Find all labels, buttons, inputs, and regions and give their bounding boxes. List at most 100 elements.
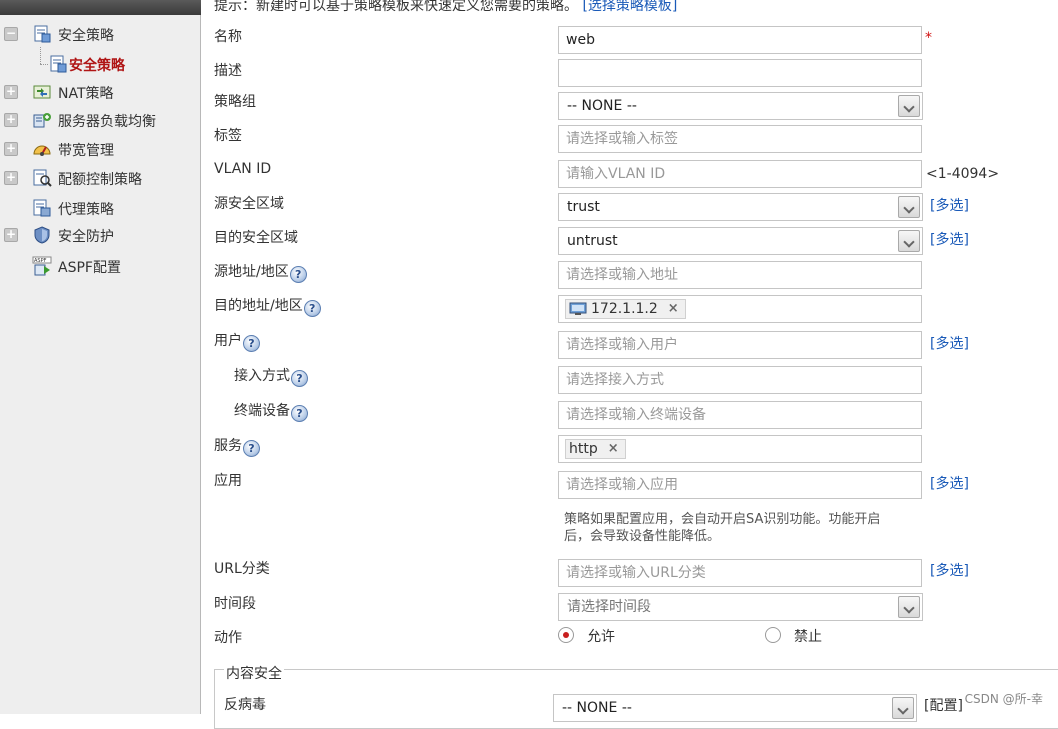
chevron-down-icon[interactable] — [898, 95, 920, 117]
expand-icon[interactable]: + — [4, 171, 18, 185]
policy-doc-icon — [50, 55, 67, 73]
name-input[interactable]: web — [558, 26, 922, 54]
description-input[interactable] — [558, 59, 922, 87]
source-address-label-text: 源地址/地区 — [214, 264, 289, 280]
help-icon[interactable]: ? — [291, 370, 308, 387]
chevron-down-icon[interactable] — [898, 596, 920, 618]
time-range-placeholder: 请选择时间段 — [567, 599, 651, 615]
tag-label: 标签 — [214, 128, 242, 144]
sidebar-item-aspf[interactable]: ASPF ASPF配置 — [0, 254, 200, 278]
remove-tag-icon[interactable]: × — [608, 440, 619, 458]
policy-doc-icon — [34, 25, 51, 43]
help-icon[interactable]: ? — [243, 335, 260, 352]
service-tag: http × — [565, 439, 626, 459]
expand-icon[interactable]: + — [4, 228, 18, 242]
sidebar-item-proxy-policy[interactable]: 代理策略 — [0, 196, 200, 220]
source-zone-multi-select-link[interactable]: [多选] — [930, 195, 969, 215]
sidebar-item-nat-policy[interactable]: + NAT策略 — [0, 80, 200, 104]
policy-group-label: 策略组 — [214, 94, 256, 110]
user-input[interactable]: 请选择或输入用户 — [558, 331, 922, 359]
user-multi-select-link[interactable]: [多选] — [930, 333, 969, 353]
sidebar-item-label: 安全策略 — [58, 28, 114, 44]
sidebar-item-label: 安全策略 — [69, 58, 125, 74]
help-icon[interactable]: ? — [289, 266, 307, 283]
sidebar-item-label: 安全防护 — [58, 229, 114, 245]
required-mark: * — [925, 30, 932, 46]
policy-form: 提示：新建时可以基于策略模板来快速定义您需要的策略。 [选择策略模板] 名称 w… — [202, 0, 1058, 729]
destination-address-label: 目的地址/地区? — [214, 295, 321, 317]
svg-text:ASPF: ASPF — [34, 258, 47, 264]
sidebar-item-security-policy-sub[interactable]: 安全策略 — [0, 52, 200, 76]
server-lb-icon — [33, 113, 51, 128]
expand-icon[interactable]: + — [4, 142, 18, 156]
quota-icon — [33, 169, 52, 187]
user-label: 用户? — [214, 330, 260, 352]
vlan-input[interactable]: 请输入VLAN ID — [558, 160, 922, 188]
sidebar-item-bandwidth[interactable]: + 带宽管理 — [0, 137, 200, 161]
application-note-line: 后，会导致设备性能降低。 — [564, 529, 721, 544]
action-permit-radio[interactable] — [558, 627, 574, 643]
source-zone-label: 源安全区域 — [214, 196, 284, 212]
chevron-down-icon[interactable] — [892, 697, 914, 719]
destination-zone-select[interactable]: untrust — [558, 227, 923, 255]
terminal-device-label-text: 终端设备 — [234, 403, 290, 419]
chevron-down-icon[interactable] — [898, 230, 920, 252]
time-range-select[interactable]: 请选择时间段 — [558, 593, 923, 621]
user-label-text: 用户 — [214, 333, 242, 349]
tag-input[interactable]: 请选择或输入标签 — [558, 125, 922, 153]
bandwidth-icon — [33, 145, 51, 156]
source-address-input[interactable]: 请选择或输入地址 — [558, 261, 922, 289]
access-mode-input[interactable]: 请选择接入方式 — [558, 366, 922, 394]
policy-group-select[interactable]: -- NONE -- — [558, 92, 923, 120]
url-category-multi-select-link[interactable]: [多选] — [930, 560, 969, 580]
help-icon[interactable]: ? — [303, 300, 321, 317]
sidebar-item-security-protection[interactable]: + 安全防护 — [0, 223, 200, 247]
sidebar-item-label: 代理策略 — [58, 202, 114, 218]
vlan-label: VLAN ID — [214, 161, 272, 177]
destination-address-label-text: 目的地址/地区 — [214, 298, 303, 314]
chevron-down-icon[interactable] — [898, 196, 920, 218]
sidebar-item-label: 带宽管理 — [58, 143, 114, 159]
source-zone-select[interactable]: trust — [558, 193, 923, 221]
destination-address-input[interactable]: 172.1.1.2 × — [558, 295, 922, 323]
action-deny-radio[interactable] — [765, 627, 781, 643]
sidebar-item-label: 服务器负载均衡 — [58, 114, 156, 130]
computer-icon — [569, 302, 587, 315]
vlan-range-note: <1-4094> — [926, 166, 1000, 182]
template-hint: 提示：新建时可以基于策略模板来快速定义您需要的策略。 [选择策略模板] — [214, 0, 677, 15]
sidebar-item-server-load-balancing[interactable]: + 服务器负载均衡 — [0, 108, 200, 132]
url-category-input[interactable]: 请选择或输入URL分类 — [558, 559, 922, 587]
antivirus-configure-link[interactable]: [配置] — [924, 695, 963, 715]
name-label: 名称 — [214, 29, 242, 45]
source-address-label: 源地址/地区? — [214, 261, 307, 283]
sidebar-item-label: 配额控制策略 — [58, 172, 142, 188]
action-label: 动作 — [214, 630, 242, 646]
service-input[interactable]: http × — [558, 435, 922, 463]
access-mode-label: 接入方式? — [234, 365, 308, 387]
service-label-text: 服务 — [214, 438, 242, 454]
application-note-line: 策略如果配置应用，会自动开启SA识别功能。功能开启 — [564, 512, 881, 527]
remove-tag-icon[interactable]: × — [668, 300, 679, 318]
choose-template-link[interactable]: [选择策略模板] — [582, 0, 677, 14]
antivirus-select[interactable]: -- NONE -- — [553, 694, 917, 722]
policy-group-value: -- NONE -- — [567, 98, 637, 114]
access-mode-label-text: 接入方式 — [234, 368, 290, 384]
collapse-icon[interactable]: − — [4, 27, 18, 41]
expand-icon[interactable]: + — [4, 85, 18, 99]
terminal-device-input[interactable]: 请选择或输入终端设备 — [558, 401, 922, 429]
help-icon[interactable]: ? — [291, 405, 308, 422]
application-note: 策略如果配置应用，会自动开启SA识别功能。功能开启 后，会导致设备性能降低。 — [564, 511, 944, 545]
sidebar-item-security-policy[interactable]: − 安全策略 — [0, 22, 200, 46]
expand-icon[interactable]: + — [4, 113, 18, 127]
help-icon[interactable]: ? — [243, 440, 260, 457]
application-input[interactable]: 请选择或输入应用 — [558, 471, 922, 499]
content-security-legend: 内容安全 — [224, 663, 284, 683]
sidebar-item-quota-control[interactable]: + 配额控制策略 — [0, 166, 200, 190]
sidebar-item-label: ASPF配置 — [58, 260, 121, 276]
application-label: 应用 — [214, 473, 242, 489]
action-deny-label: 禁止 — [794, 629, 822, 645]
address-tag: 172.1.1.2 × — [565, 299, 686, 319]
destination-zone-multi-select-link[interactable]: [多选] — [930, 229, 969, 249]
sidebar-header-bar — [0, 0, 201, 15]
application-multi-select-link[interactable]: [多选] — [930, 473, 969, 493]
